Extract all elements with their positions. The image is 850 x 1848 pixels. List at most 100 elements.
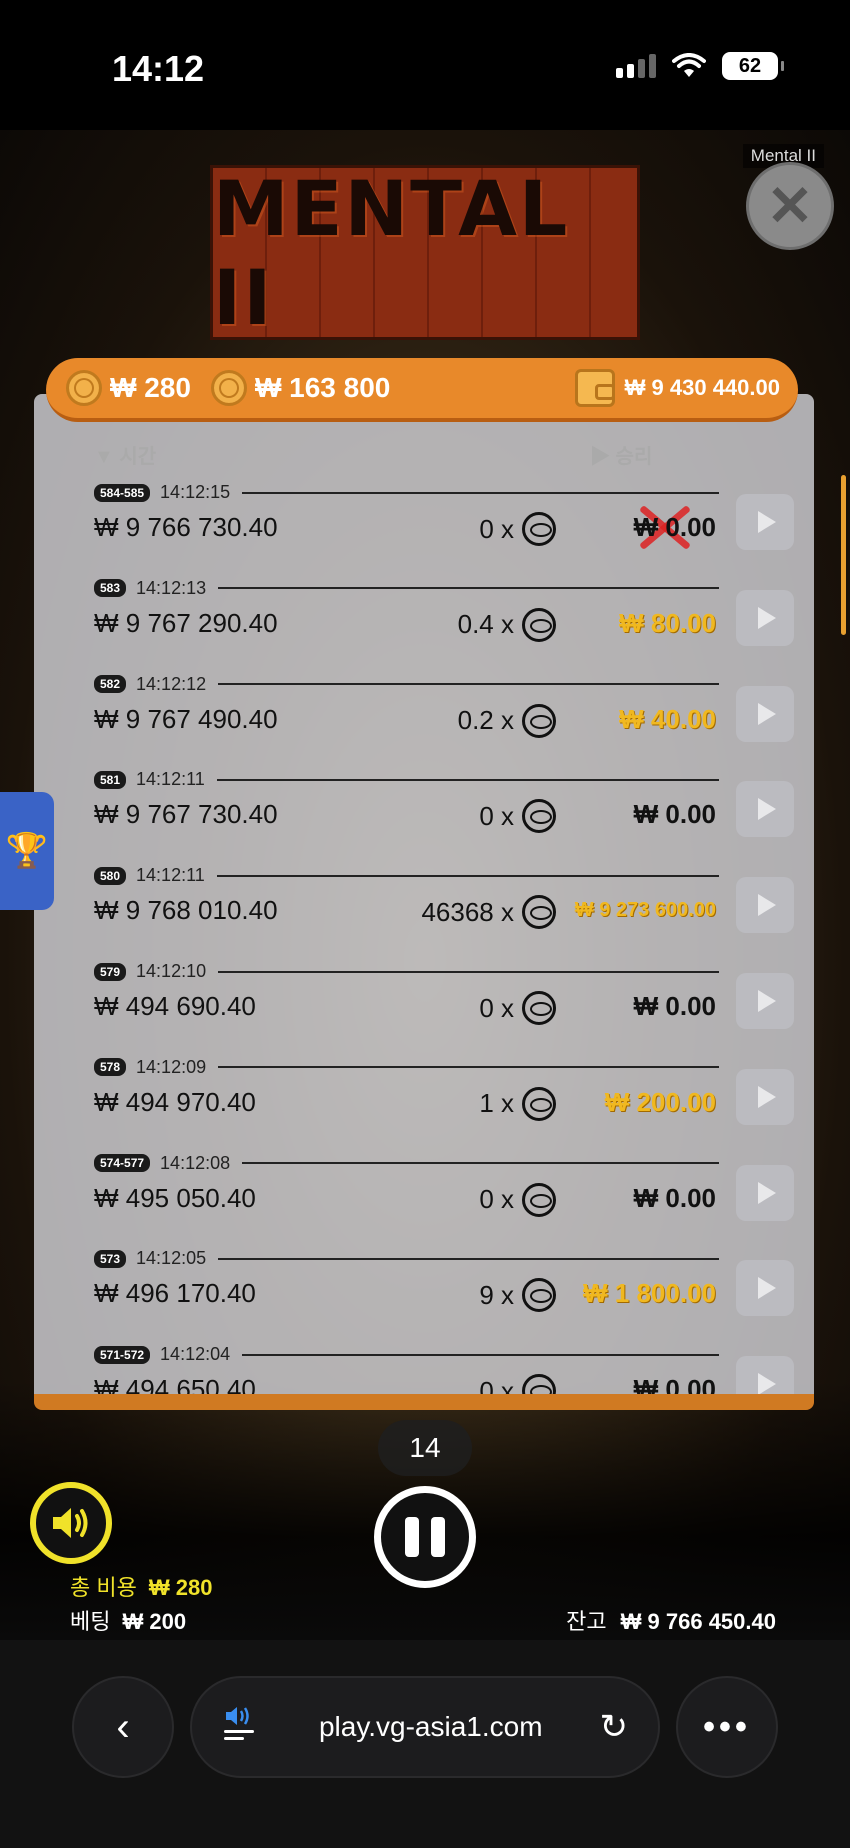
replay-button[interactable] [736, 1260, 794, 1317]
more-button[interactable]: ••• [676, 1676, 778, 1778]
bet-label: 베팅 [70, 1609, 111, 1634]
column-header-win[interactable]: ▶ 승리 [590, 440, 652, 469]
replay-button[interactable] [736, 685, 794, 742]
row-time: 14:12:08 [160, 1152, 231, 1173]
coin-icon [210, 370, 247, 406]
play-icon [758, 894, 776, 917]
browser-toolbar: ‹ play.vg-asia1.com ↻ ••• [0, 1640, 850, 1848]
round-badge: 581 [94, 770, 127, 789]
more-icon: ••• [703, 1707, 751, 1746]
status-time: 14:12 [112, 48, 205, 89]
row-time: 14:12:15 [160, 482, 231, 502]
row-multiplier: 46368 x [421, 895, 556, 930]
replay-button[interactable] [736, 1068, 794, 1125]
audio-playing-icon[interactable] [222, 1704, 262, 1751]
total-cost: 총 비용 ₩ 280 [70, 1570, 212, 1602]
history-row: 579 14:12:10 ₩ 494 690.40 0 x ₩ 0.00 [94, 953, 794, 1049]
game-logo: MENTAL II [210, 165, 640, 340]
close-button[interactable]: ✕ [746, 162, 834, 250]
row-time: 14:12:09 [136, 1056, 207, 1077]
round-badge: 573 [94, 1249, 127, 1268]
row-win: ₩ 40.00 [619, 703, 716, 734]
bet-history-panel: ▼ 시간 ▶ 승리 584-585 14:12:15 ₩ 9 766 730.40 0… [34, 394, 814, 1408]
play-icon [758, 990, 776, 1012]
coin-icon [522, 895, 556, 930]
replay-button[interactable] [736, 781, 794, 838]
column-header-time[interactable]: ▼ 시간 [94, 440, 156, 469]
round-badge: 583 [94, 579, 127, 598]
coin-count-2: ₩ 163 800 [254, 372, 391, 403]
row-win: ₩ 200.00 [604, 1086, 716, 1117]
round-badge: 579 [94, 962, 127, 981]
row-win: ₩ 1 800.00 [583, 1278, 716, 1309]
replay-button[interactable] [736, 589, 794, 646]
row-multiplier: 9 x [479, 1278, 556, 1313]
row-time: 14:12:11 [136, 769, 205, 790]
play-icon [758, 798, 776, 821]
row-balance: ₩ 9 767 490.40 [94, 703, 278, 734]
row-meta: 580 14:12:11 [94, 865, 719, 886]
play-icon [758, 511, 776, 533]
row-meta: 582 14:12:12 [94, 674, 719, 695]
divider [218, 587, 719, 590]
row-meta: 579 14:12:10 [94, 961, 719, 982]
row-balance: ₩ 496 170.40 [94, 1278, 256, 1309]
divider [242, 491, 719, 494]
reload-icon[interactable]: ↻ [600, 1707, 629, 1747]
row-balance: ₩ 9 767 290.40 [94, 607, 278, 638]
row-win: ₩ 9 273 600.00 [574, 899, 716, 922]
cellular-signal-icon [616, 54, 656, 78]
total-cost-value: ₩ 280 [148, 1575, 213, 1600]
sound-button[interactable] [30, 1482, 112, 1564]
round-badge: 582 [94, 675, 127, 694]
coin-icon [522, 607, 556, 642]
row-multiplier: 0 x [479, 512, 556, 546]
row-meta: 573 14:12:05 [94, 1248, 719, 1269]
row-win: ₩ 0.00 [633, 512, 716, 542]
multiplier-value: 0 x [479, 1184, 514, 1215]
replay-button[interactable] [736, 973, 794, 1029]
divider [216, 778, 719, 781]
back-button[interactable]: ‹ [72, 1676, 174, 1778]
row-balance: ₩ 495 050.40 [94, 1182, 256, 1213]
chevron-left-icon: ‹ [116, 1704, 130, 1749]
coin-icon [522, 1086, 556, 1121]
history-row: 578 14:12:09 ₩ 494 970.40 1 x ₩ 200.00 [94, 1049, 794, 1145]
wallet-icon [574, 369, 615, 407]
multiplier-value: 9 x [479, 1279, 514, 1310]
replay-button[interactable] [736, 494, 794, 550]
multiplier-value: 0 x [479, 800, 514, 831]
row-win: ₩ 80.00 [619, 607, 716, 638]
play-icon [758, 702, 776, 725]
play-icon [758, 1277, 776, 1300]
bet-amount: 베팅 ₩ 200 [70, 1604, 186, 1636]
play-icon [758, 1085, 776, 1108]
url-text: play.vg-asia1.com [318, 1711, 543, 1742]
coin-icon [522, 1278, 556, 1313]
row-meta: 583 14:12:13 [94, 578, 719, 599]
multiplier-value: 0.2 x [457, 705, 514, 736]
round-badge: 584-585 [94, 483, 151, 502]
row-time: 14:12:05 [136, 1248, 207, 1269]
address-bar[interactable]: play.vg-asia1.com ↻ [190, 1676, 660, 1778]
row-meta: 578 14:12:09 [94, 1057, 719, 1078]
status-icons: 62 [616, 52, 784, 80]
coin-icon [522, 1182, 556, 1217]
replay-button[interactable] [736, 1164, 794, 1221]
play-icon [758, 606, 776, 629]
scrollbar[interactable] [841, 475, 846, 635]
divider [218, 1257, 719, 1260]
pause-button[interactable] [374, 1486, 476, 1588]
play-icon [758, 1373, 776, 1396]
history-row: 580 14:12:11 ₩ 9 768 010.40 46368 x ₩ 9 273 … [94, 857, 794, 953]
panel-bottom-edge [34, 1394, 814, 1410]
close-icon: ✕ [766, 174, 814, 237]
trophy-tab[interactable]: 🏆 [0, 792, 54, 910]
divider [218, 1066, 719, 1069]
round-badge: 580 [94, 866, 127, 885]
history-row: 574-577 14:12:08 ₩ 495 050.40 0 x ₩ 0.00 [94, 1145, 794, 1241]
row-meta: 571-572 14:12:04 [94, 1344, 719, 1365]
replay-button[interactable] [736, 877, 794, 934]
row-time: 14:12:04 [160, 1344, 231, 1365]
multiplier-value: 46368 x [421, 896, 514, 927]
